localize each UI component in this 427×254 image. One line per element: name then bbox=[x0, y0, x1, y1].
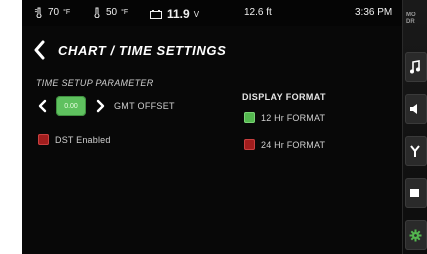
temp-right-unit: °F bbox=[121, 9, 129, 16]
tools-button[interactable] bbox=[405, 136, 427, 166]
volume-button[interactable] bbox=[405, 94, 427, 124]
format-24hr-checkbox[interactable] bbox=[244, 139, 255, 150]
gmt-increase-button[interactable] bbox=[94, 97, 106, 115]
page-title: CHART / TIME SETTINGS bbox=[58, 42, 227, 58]
outside-temp-icon bbox=[92, 7, 102, 18]
battery-readout: 11.9 V bbox=[150, 7, 199, 21]
music-icon bbox=[410, 60, 420, 74]
format-24hr-label: 24 Hr FORMAT bbox=[261, 139, 326, 150]
temp-left-unit: °F bbox=[63, 9, 71, 16]
depth-readout: 12.6 ft bbox=[244, 7, 272, 18]
temp-left-value: 70 bbox=[48, 7, 60, 18]
temp-right-value: 50 bbox=[106, 7, 118, 18]
chevron-left-icon bbox=[34, 40, 45, 60]
thermometer-icon bbox=[34, 7, 44, 18]
time-setup-label: TIME SETUP PARAMETER bbox=[36, 78, 154, 88]
battery-icon bbox=[150, 9, 163, 19]
dst-label: DST Enabled bbox=[55, 134, 111, 145]
dst-enabled-toggle[interactable]: DST Enabled bbox=[38, 134, 111, 145]
display-format-title: DISPLAY FORMAT bbox=[242, 92, 326, 102]
tools-icon bbox=[410, 145, 420, 157]
back-button[interactable] bbox=[32, 39, 46, 61]
water-temp-readout: 70 °F bbox=[34, 7, 70, 18]
format-option-12hr[interactable]: 12 Hr FORMAT bbox=[244, 112, 325, 123]
speaker-icon bbox=[410, 104, 417, 114]
display-screen: 70 °F 50 °F 11.9 V 12.6 ft 3:36 PM CHART… bbox=[22, 0, 402, 254]
gmt-decrease-button[interactable] bbox=[36, 97, 48, 115]
gmt-offset-label: GMT OFFSET bbox=[114, 101, 175, 111]
gmt-offset-row: 0.00 GMT OFFSET bbox=[36, 94, 175, 118]
screen-icon bbox=[410, 189, 419, 197]
dst-checkbox[interactable] bbox=[38, 134, 49, 145]
gear-icon bbox=[409, 229, 422, 241]
side-menu-header-line1: MO bbox=[406, 12, 416, 18]
settings-button[interactable] bbox=[405, 220, 427, 250]
status-bar: 70 °F 50 °F 11.9 V 12.6 ft 3:36 PM bbox=[22, 0, 402, 26]
air-temp-readout: 50 °F bbox=[92, 7, 128, 18]
chevron-right-icon bbox=[96, 99, 104, 113]
audio-button[interactable] bbox=[405, 52, 427, 82]
screen-button[interactable] bbox=[405, 178, 427, 208]
chevron-left-icon bbox=[38, 99, 46, 113]
gmt-offset-value[interactable]: 0.00 bbox=[56, 96, 86, 116]
format-option-24hr[interactable]: 24 Hr FORMAT bbox=[244, 139, 325, 150]
clock-readout: 3:36 PM bbox=[355, 7, 393, 18]
side-menu-header: MO DR bbox=[406, 12, 427, 26]
format-12hr-label: 12 Hr FORMAT bbox=[261, 112, 326, 123]
format-12hr-checkbox[interactable] bbox=[244, 112, 255, 123]
side-menu-header-line2: DR bbox=[406, 19, 415, 25]
side-menu: MO DR bbox=[402, 0, 427, 254]
battery-value: 11.9 bbox=[167, 7, 190, 21]
page-header: CHART / TIME SETTINGS bbox=[32, 38, 226, 62]
battery-unit: V bbox=[193, 9, 200, 19]
